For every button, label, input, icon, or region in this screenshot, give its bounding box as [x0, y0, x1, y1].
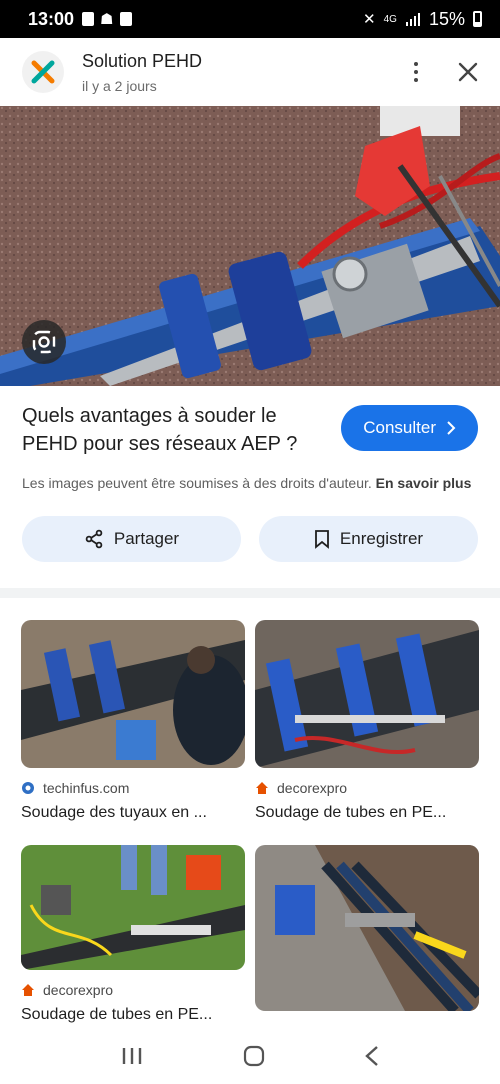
- lens-icon: [32, 330, 56, 354]
- result-source: techinfus.com: [43, 780, 130, 796]
- share-button[interactable]: Partager: [22, 516, 241, 562]
- pipe-welding-photo: [0, 106, 500, 386]
- posted-time: il y a 2 jours: [82, 77, 157, 94]
- save-label: Enregistrer: [339, 529, 424, 548]
- learn-more-link[interactable]: En savoir plus: [376, 475, 472, 491]
- status-bar: 13:00 ☗ ✕ 4G 15%: [0, 0, 500, 38]
- notification-icon: [82, 12, 95, 26]
- close-icon[interactable]: [458, 62, 478, 82]
- related-result[interactable]: decorexpro Soudage de tubes en PE...: [21, 845, 245, 1024]
- site-favicon-icon: [22, 984, 34, 996]
- share-icon: [85, 529, 103, 549]
- x-logo-icon: [31, 60, 55, 84]
- chevron-right-icon: [447, 421, 456, 435]
- site-favicon-icon: [22, 782, 34, 794]
- result-thumbnail[interactable]: [21, 620, 245, 768]
- site-favicon-icon: [256, 782, 268, 794]
- related-result[interactable]: [255, 845, 479, 1011]
- result-thumbnail[interactable]: [21, 845, 245, 970]
- main-image[interactable]: [0, 106, 500, 386]
- lens-search-button[interactable]: [22, 320, 66, 364]
- page-headline[interactable]: Quels avantages à souder le PEHD pour se…: [22, 402, 322, 458]
- home-icon[interactable]: [243, 1045, 265, 1067]
- checkbox-icon: [119, 12, 132, 26]
- network-label: 4G: [383, 13, 397, 25]
- status-notification-icons: ☗: [82, 10, 132, 28]
- recent-apps-icon[interactable]: [120, 1046, 144, 1066]
- section-divider: [0, 588, 500, 598]
- consult-label: Consulter: [363, 418, 436, 437]
- result-source: decorexpro: [277, 780, 348, 796]
- related-result[interactable]: decorexpro Soudage de tubes en PE...: [255, 620, 479, 822]
- result-title[interactable]: Soudage des tuyaux en ...: [21, 804, 245, 822]
- notification-icon: ☗: [100, 11, 114, 28]
- copyright-notice: Les images peuvent être soumises à des d…: [22, 475, 472, 491]
- site-logo[interactable]: [22, 51, 64, 93]
- status-time: 13:00: [28, 8, 75, 29]
- save-button[interactable]: Enregistrer: [259, 516, 478, 562]
- consult-button[interactable]: Consulter: [341, 405, 478, 451]
- result-title[interactable]: Soudage de tubes en PE...: [255, 804, 479, 822]
- bookmark-icon: [315, 530, 329, 549]
- system-nav-bar: [0, 1028, 500, 1084]
- mute-icon: ✕: [363, 11, 376, 28]
- related-result[interactable]: techinfus.com Soudage des tuyaux en ...: [21, 620, 245, 822]
- viewer-header: Solution PEHD il y a 2 jours: [0, 38, 500, 106]
- result-source: decorexpro: [43, 982, 114, 998]
- result-thumbnail[interactable]: [255, 620, 479, 768]
- more-options-icon[interactable]: [408, 56, 424, 88]
- site-title[interactable]: Solution PEHD: [82, 51, 202, 72]
- battery-icon: [473, 11, 482, 27]
- result-title[interactable]: Soudage de tubes en PE...: [21, 1006, 245, 1024]
- back-icon[interactable]: [364, 1045, 380, 1067]
- share-label: Partager: [113, 529, 180, 548]
- signal-icon: [405, 13, 420, 26]
- battery-percent: 15%: [428, 8, 465, 29]
- image-info: Quels avantages à souder le PEHD pour se…: [0, 386, 500, 562]
- result-thumbnail[interactable]: [255, 845, 479, 1011]
